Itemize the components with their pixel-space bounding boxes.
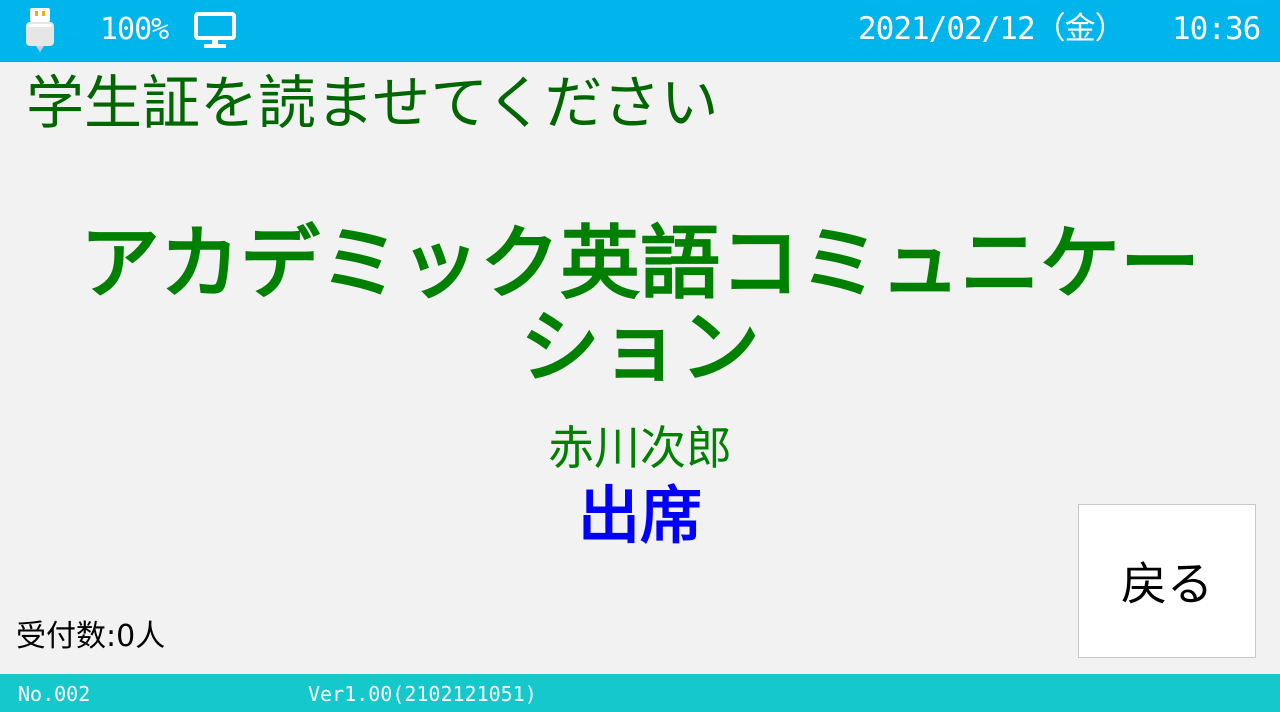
device-number: No.002 <box>18 682 91 706</box>
student-name: 赤川次郎 <box>548 421 732 475</box>
back-button[interactable]: 戻る <box>1078 504 1256 658</box>
reception-count: 受付数:0人 <box>16 619 166 654</box>
course-name: アカデミック英語コミュニケー ション <box>40 222 1240 390</box>
version-info: Ver1.00(2102121051) <box>308 682 537 706</box>
attendance-status: 出席 <box>577 479 702 552</box>
footer-bar: No.002 Ver1.00(2102121051) <box>0 674 1280 712</box>
course-name-line-1: アカデミック英語コミュニケー <box>80 217 1200 310</box>
usb-drive-icon <box>26 8 54 52</box>
battery-level: 100% <box>100 12 169 47</box>
monitor-icon <box>194 12 236 48</box>
attendance-screen: 100% 2021/02/12（金） 10:36 学生証を読ませてください アカ… <box>0 0 1280 712</box>
status-bar: 100% 2021/02/12（金） 10:36 <box>0 0 1280 62</box>
current-date: 2021/02/12（金） <box>858 11 1126 47</box>
scan-instruction: 学生証を読ませてください <box>26 69 719 137</box>
current-time: 10:36 <box>1172 11 1261 47</box>
course-name-line-2: ション <box>520 301 760 394</box>
